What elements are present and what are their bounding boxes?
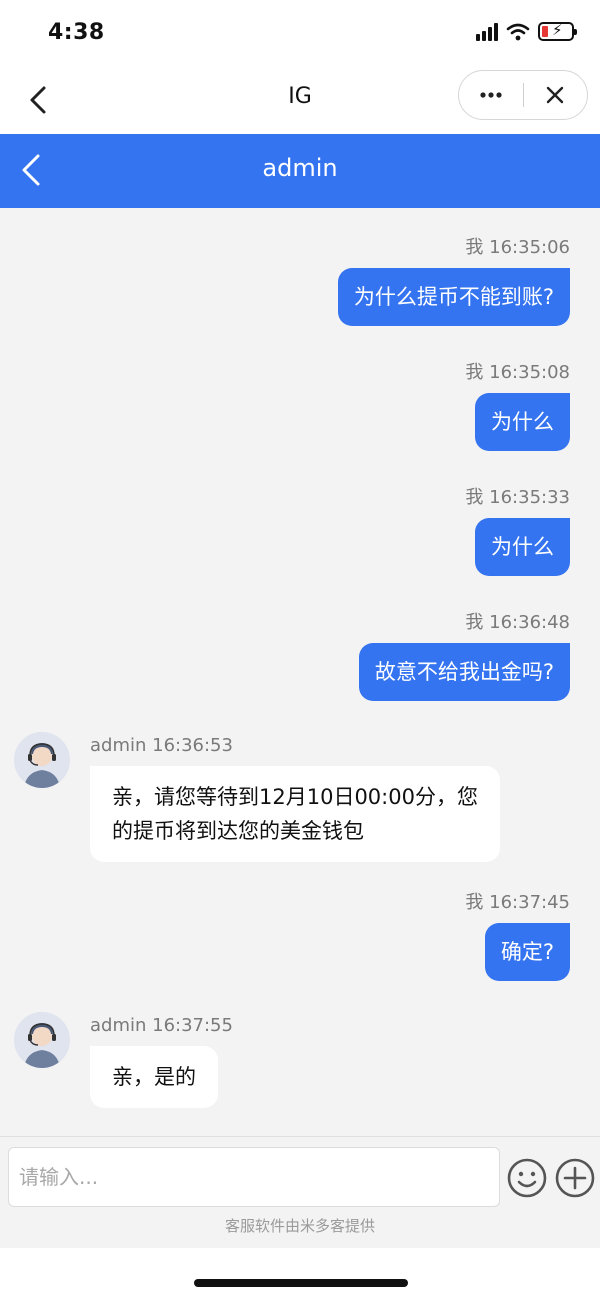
message-bubble[interactable]: 为什么: [475, 518, 570, 576]
message-incoming: admin 16:37:55 亲，是的: [14, 1012, 233, 1108]
message-meta: 我 16:35:33: [465, 487, 570, 508]
more-icon: [480, 92, 502, 98]
signal-icon: [476, 22, 498, 41]
message-incoming: admin 16:36:53 亲，请您等待到12月10日00:00分，您 的提币…: [14, 732, 500, 862]
message-outgoing: 我 16:35:33 为什么: [465, 486, 570, 576]
status-bar: 4:38 ⚡: [0, 0, 600, 68]
status-time: 4:38: [48, 20, 105, 45]
close-icon: [547, 86, 564, 104]
message-outgoing: 我 16:37:45 确定?: [465, 891, 570, 981]
agent-avatar-icon[interactable]: [14, 1012, 70, 1068]
message-bubble[interactable]: 故意不给我出金吗?: [358, 643, 570, 701]
chat-header: admin: [0, 134, 600, 208]
chat-message-list[interactable]: 我 16:35:06 为什么提币不能到账? 我 16:35:08 为什么 我 1…: [0, 208, 600, 1136]
message-text-line: 的提币将到达您的美金钱包: [112, 819, 364, 843]
message-meta: 我 16:37:45: [465, 892, 570, 913]
message-bubble[interactable]: 为什么: [475, 393, 570, 451]
message-bubble[interactable]: 亲，是的: [90, 1046, 218, 1108]
message-outgoing: 我 16:35:08 为什么: [465, 361, 570, 451]
message-meta: 我 16:36:48: [465, 612, 570, 633]
wifi-icon: [506, 23, 530, 40]
browser-nav-bar: IG: [0, 68, 600, 134]
home-area: [0, 1248, 600, 1299]
message-input[interactable]: [8, 1147, 500, 1207]
close-button[interactable]: [524, 71, 588, 119]
message-bubble[interactable]: 为什么提币不能到账?: [337, 268, 570, 326]
more-button[interactable]: [459, 71, 523, 119]
emoji-icon[interactable]: [506, 1157, 548, 1199]
message-meta: admin 16:36:53: [90, 735, 233, 756]
message-meta: admin 16:37:55: [90, 1015, 233, 1036]
input-bar: 客服软件由米多客提供: [0, 1136, 600, 1248]
battery-icon: ⚡: [538, 21, 577, 41]
message-bubble[interactable]: 确定?: [484, 923, 570, 981]
plus-icon[interactable]: [554, 1157, 596, 1199]
message-text-line: 亲，请您等待到12月10日00:00分，您: [112, 785, 478, 809]
message-meta: 我 16:35:06: [465, 237, 570, 258]
message-outgoing: 我 16:36:48 故意不给我出金吗?: [358, 611, 570, 701]
message-meta: 我 16:35:08: [465, 362, 570, 383]
mini-program-capsule: [458, 70, 588, 120]
status-icons: ⚡: [476, 21, 577, 41]
chat-title: admin: [262, 154, 338, 182]
message-outgoing: 我 16:35:06 为什么提币不能到账?: [337, 236, 570, 326]
powered-by-text: 客服软件由米多客提供: [224, 1217, 375, 1235]
home-indicator[interactable]: [194, 1279, 408, 1287]
agent-avatar-icon[interactable]: [14, 732, 70, 788]
message-bubble[interactable]: 亲，请您等待到12月10日00:00分，您 的提币将到达您的美金钱包: [90, 766, 500, 862]
